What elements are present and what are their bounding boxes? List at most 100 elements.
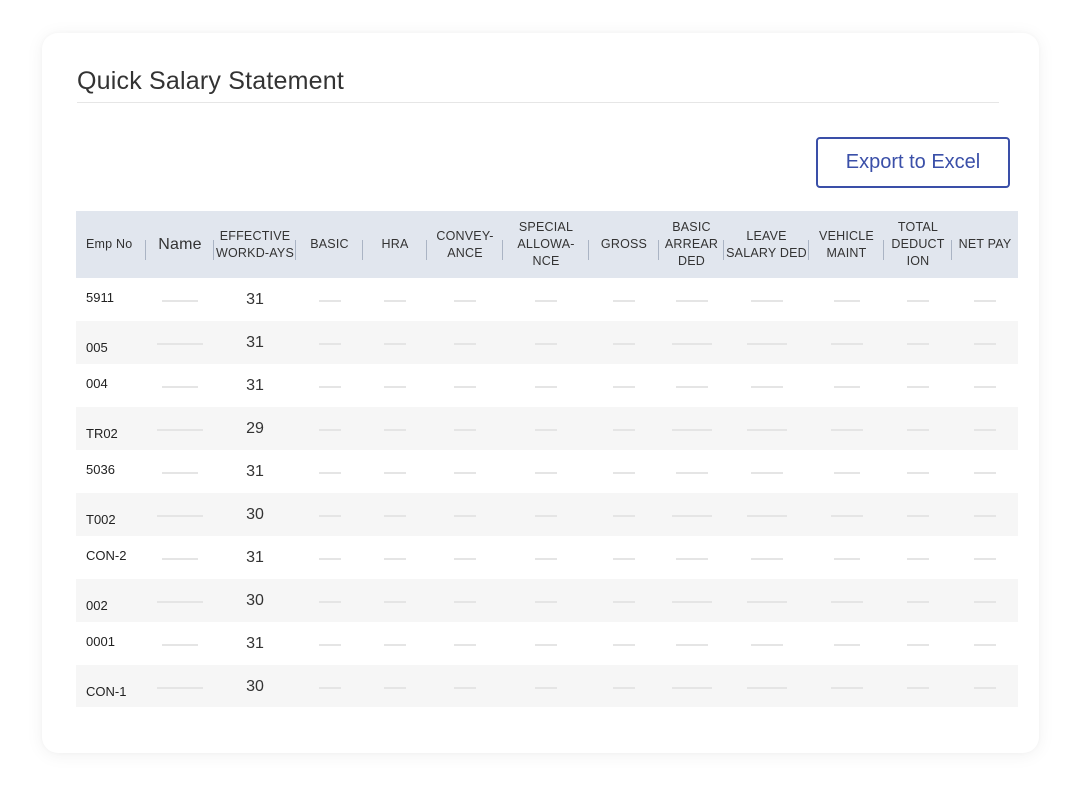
cell-leave-salary-ded — [724, 622, 809, 665]
column-header-hra[interactable]: HRA — [363, 211, 427, 278]
column-header-gross[interactable]: GROSS — [589, 211, 659, 278]
cell-conveyance — [427, 364, 503, 407]
value-placeholder — [157, 514, 203, 517]
cell-net-pay — [952, 665, 1018, 707]
column-header-effective-workdays[interactable]: EFFECTIVE WORKD-AYS — [214, 211, 296, 278]
cell-gross — [589, 407, 659, 450]
column-header-label: VEHICLE MAINT — [819, 228, 874, 260]
value-placeholder — [907, 385, 929, 388]
cell-conveyance — [427, 278, 503, 321]
value-placeholder — [613, 471, 635, 474]
value-placeholder — [746, 600, 787, 603]
value-placeholder — [384, 471, 406, 474]
column-header-label: BASIC — [310, 237, 349, 251]
cell-basic-arrear-ded — [659, 364, 724, 407]
cell-leave-salary-ded — [724, 407, 809, 450]
column-header-label: NET PAY — [958, 237, 1012, 251]
value-placeholder — [974, 385, 996, 388]
cell-total-deduction — [884, 321, 952, 364]
value-placeholder — [750, 385, 783, 388]
value-placeholder — [675, 557, 708, 560]
cell-conveyance — [427, 665, 503, 707]
column-header-total-deduction[interactable]: TOTAL DEDUCT ION — [884, 211, 952, 278]
column-header-special-allowance[interactable]: SPECIAL ALLOWA-NCE — [503, 211, 589, 278]
column-header-basic-arrear-ded[interactable]: BASIC ARREAR DED — [659, 211, 724, 278]
column-header-leave-salary-ded[interactable]: LEAVE SALARY DED — [724, 211, 809, 278]
table-row[interactable]: 002 30 — [76, 579, 1018, 622]
value-placeholder — [974, 600, 996, 603]
value-placeholder — [830, 428, 863, 431]
column-header-vehicle-maint[interactable]: VEHICLE MAINT — [809, 211, 884, 278]
value-placeholder — [535, 557, 557, 560]
cell-basic-arrear-ded — [659, 450, 724, 493]
cell-basic-arrear-ded — [659, 579, 724, 622]
value-placeholder — [907, 686, 929, 689]
cell-hra — [363, 493, 427, 536]
value-placeholder — [318, 299, 341, 302]
value-placeholder — [454, 557, 476, 560]
cell-special-allowance — [503, 407, 589, 450]
column-header-label: GROSS — [600, 237, 648, 251]
value-placeholder — [833, 557, 860, 560]
value-placeholder — [318, 385, 341, 388]
value-placeholder — [671, 600, 712, 603]
cell-emp-no: T002 — [86, 512, 116, 527]
column-header-label: SPECIAL ALLOWA-NCE — [517, 220, 575, 268]
cell-leave-salary-ded — [724, 579, 809, 622]
cell-total-deduction — [884, 407, 952, 450]
export-to-excel-button[interactable]: Export to Excel — [816, 137, 1010, 188]
cell-hra — [363, 407, 427, 450]
salary-table-container[interactable]: Emp No Name EFFECTIVE WORKD-AYS BASIC HRA CON… — [76, 211, 1018, 707]
cell-name — [146, 407, 214, 450]
table-row[interactable]: 0001 31 — [76, 622, 1018, 665]
cell-emp-no: 5911 — [86, 290, 114, 305]
cell-special-allowance — [503, 493, 589, 536]
value-placeholder — [750, 557, 783, 560]
column-header-label: TOTAL DEDUCT ION — [891, 220, 945, 268]
value-placeholder — [974, 342, 996, 345]
table-row[interactable]: 5911 31 — [76, 278, 1018, 321]
value-placeholder — [613, 686, 635, 689]
value-placeholder — [318, 428, 341, 431]
value-placeholder — [384, 686, 406, 689]
column-header-conveyance[interactable]: CONVEY-ANCE — [427, 211, 503, 278]
cell-emp-no: CON-1 — [86, 684, 127, 699]
value-placeholder — [671, 514, 712, 517]
cell-special-allowance — [503, 665, 589, 707]
value-placeholder — [974, 643, 996, 646]
cell-vehicle-maint — [809, 665, 884, 707]
cell-emp-no: 002 — [86, 598, 108, 613]
cell-conveyance — [427, 579, 503, 622]
column-header-net-pay[interactable]: NET PAY — [952, 211, 1018, 278]
value-placeholder — [613, 643, 635, 646]
value-placeholder — [162, 557, 198, 560]
table-row[interactable]: CON-2 31 — [76, 536, 1018, 579]
cell-vehicle-maint — [809, 493, 884, 536]
column-header-basic[interactable]: BASIC — [296, 211, 363, 278]
value-placeholder — [830, 342, 863, 345]
table-row[interactable]: 005 31 — [76, 321, 1018, 364]
value-placeholder — [318, 686, 341, 689]
table-row[interactable]: 5036 31 — [76, 450, 1018, 493]
table-row[interactable]: 004 31 — [76, 364, 1018, 407]
value-placeholder — [162, 299, 198, 302]
value-placeholder — [384, 557, 406, 560]
column-header-emp-no[interactable]: Emp No — [76, 211, 146, 278]
value-placeholder — [454, 600, 476, 603]
value-placeholder — [746, 514, 787, 517]
cell-basic-arrear-ded — [659, 407, 724, 450]
cell-leave-salary-ded — [724, 278, 809, 321]
column-header-name[interactable]: Name — [146, 211, 214, 278]
value-placeholder — [318, 342, 341, 345]
cell-vehicle-maint — [809, 450, 884, 493]
value-placeholder — [613, 514, 635, 517]
value-placeholder — [454, 428, 476, 431]
cell-special-allowance — [503, 450, 589, 493]
cell-emp-no: 5036 — [86, 462, 115, 477]
value-placeholder — [535, 299, 557, 302]
table-row[interactable]: CON-1 30 — [76, 665, 1018, 707]
cell-leave-salary-ded — [724, 364, 809, 407]
cell-gross — [589, 493, 659, 536]
table-row[interactable]: T002 30 — [76, 493, 1018, 536]
table-row[interactable]: TR02 29 — [76, 407, 1018, 450]
